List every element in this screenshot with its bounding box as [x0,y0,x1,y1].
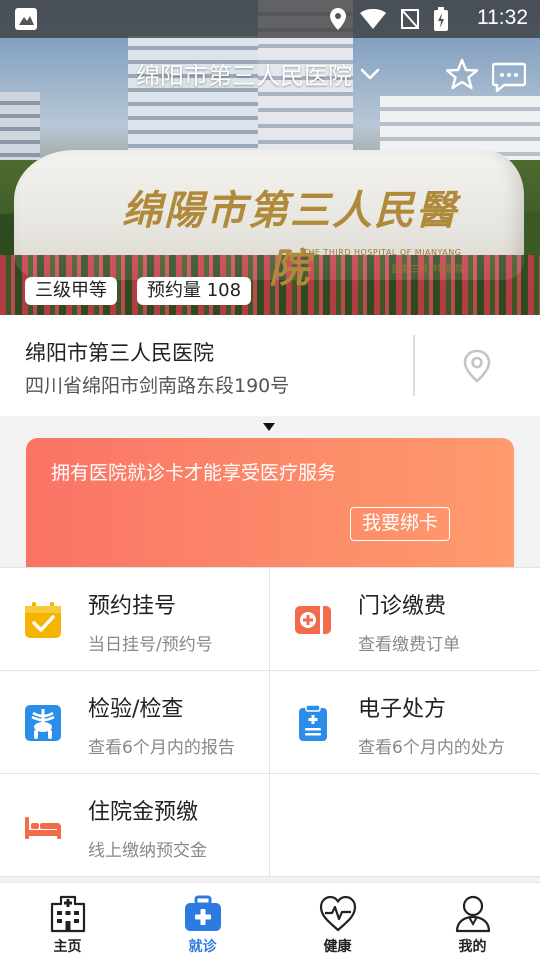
bind-card-button[interactable]: 我要绑卡 [350,507,450,541]
service-subtitle: 当日挂号/预约号 [88,635,213,655]
hospital-hero-banner: 绵陽市第三人民醫院 THE THIRD HOSPITAL OF MIANYANG… [0,0,540,315]
status-icons [330,7,448,31]
service-title: 住院金预缴 [88,800,199,825]
service-subtitle: 查看6个月内的报告 [88,738,235,758]
service-title: 预约挂号 [88,594,177,619]
app-screen: 绵陽市第三人民醫院 THE THIRD HOSPITAL OF MIANYANG… [0,0,540,960]
hospital-name: 绵阳市第三人民医院 [25,341,214,365]
caret-down-icon [263,423,275,431]
nav-item-profile[interactable]: 我的 [405,883,540,960]
nav-item-health[interactable]: 健康 [270,883,405,960]
user-icon [455,895,490,933]
notification-image-icon [15,8,37,30]
nav-label: 就诊 [188,939,217,955]
status-bar: 11:32 [0,0,540,38]
bind-card-message: 拥有医院就诊卡才能享受医疗服务 [51,462,337,484]
service-lab-tests[interactable]: 检验/检查 查看6个月内的报告 [0,671,270,774]
skeleton-icon [25,705,61,741]
service-empty-cell [270,774,540,877]
hospital-info-panel: 绵阳市第三人民医院 四川省绵阳市剑南路东段190号 [0,315,540,416]
service-inpatient-deposit[interactable]: 住院金预缴 线上缴纳预交金 [0,774,270,877]
nav-label: 我的 [458,939,487,955]
hospital-selector[interactable]: 绵阳市第三人民医院 [136,56,380,91]
calendar-check-icon [25,602,61,638]
hospital-address: 四川省绵阳市剑南路东段190号 [25,375,290,397]
chevron-down-icon [360,68,380,79]
star-icon[interactable] [446,58,478,90]
message-icon[interactable] [492,62,526,92]
service-title: 电子处方 [358,697,447,722]
service-appointment[interactable]: 预约挂号 当日挂号/预约号 [0,568,270,671]
hospital-bed-icon [25,817,61,839]
status-time: 11:32 [477,6,528,29]
bottom-navigation: 主页 就诊 健康 我的 [0,882,540,960]
appointment-count-badge: 预约量 108 [137,277,252,305]
nav-item-home[interactable]: 主页 [0,883,135,960]
nav-label: 健康 [323,939,352,955]
prescription-icon [299,704,327,741]
stone-sign-english: THE THIRD HOSPITAL OF MIANYANG [303,248,462,257]
hospital-title: 绵阳市第三人民医院 [136,62,352,90]
nav-label: 主页 [53,939,82,955]
service-subtitle: 查看6个月内的处方 [358,738,505,758]
service-title: 检验/检查 [88,697,184,722]
stone-sign-subtitle: 国家三级甲等医院 [392,265,465,275]
hospital-icon [50,895,85,933]
wifi-icon [360,9,386,29]
service-subtitle: 线上缴纳预交金 [88,841,207,861]
bind-card-banner: 拥有医院就诊卡才能享受医疗服务 我要绑卡 [26,438,514,578]
service-subtitle: 查看缴费订单 [358,635,460,655]
service-grid: 预约挂号 当日挂号/预约号 门诊缴费 查看缴费订单 检验/检查 查看6个月内的报… [0,567,540,877]
divider [413,335,415,396]
heart-pulse-icon [319,895,356,932]
no-signal-icon [401,9,419,29]
service-outpatient-payment[interactable]: 门诊缴费 查看缴费订单 [270,568,540,671]
battery-icon [434,7,448,31]
service-title: 门诊缴费 [358,594,447,619]
map-pin-icon[interactable] [462,349,492,383]
location-status-icon [330,8,346,30]
service-e-prescription[interactable]: 电子处方 查看6个月内的处方 [270,671,540,774]
hospital-level-badge: 三级甲等 [25,277,117,305]
clinic-payment-icon [295,606,331,634]
medical-kit-icon [184,895,221,931]
nav-item-visit[interactable]: 就诊 [135,883,270,960]
